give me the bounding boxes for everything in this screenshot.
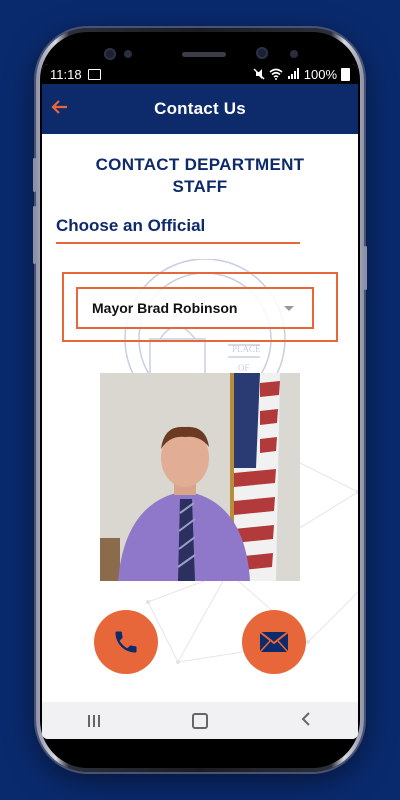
section-heading: CONTACT DEPARTMENT STAFF (42, 154, 358, 198)
volume-up-button (33, 158, 36, 192)
system-back-button[interactable] (300, 711, 312, 731)
earpiece-speaker (182, 52, 226, 57)
call-button[interactable] (94, 610, 158, 674)
recents-button[interactable] (88, 714, 100, 727)
system-nav-bar (42, 702, 358, 739)
back-button[interactable] (50, 97, 74, 121)
heading-line-2: STAFF (172, 177, 228, 196)
official-photo (100, 373, 300, 581)
signal-icon (287, 68, 299, 79)
page-title: Contact Us (154, 99, 246, 118)
svg-text:PLACE: PLACE (232, 344, 261, 354)
power-button (364, 246, 367, 290)
envelope-icon (259, 631, 289, 653)
svg-text:OF: OF (238, 363, 250, 373)
official-select-value: Mayor Brad Robinson (92, 300, 238, 316)
front-camera-icon (104, 48, 116, 60)
phone-icon (115, 631, 137, 653)
volume-down-button (33, 206, 36, 264)
status-bar: 11:18 100% (42, 64, 358, 84)
heading-line-1: CONTACT DEPARTMENT (95, 155, 305, 174)
battery-icon (341, 67, 350, 81)
battery-percent: 100% (303, 66, 337, 82)
app-header: Contact Us (42, 84, 358, 134)
official-select[interactable]: Mayor Brad Robinson (76, 287, 314, 329)
recents-bar (98, 714, 100, 727)
app-screen: 11:18 100% Contact Us CONTACT DEPARTMENT… (42, 64, 358, 739)
email-button[interactable] (242, 610, 306, 674)
main-content: CONTACT DEPARTMENT STAFF Choose an Offic… (42, 134, 358, 702)
front-camera-icon (256, 47, 268, 59)
sensor-icon (290, 50, 298, 58)
official-photo-image (100, 373, 300, 581)
chevron-down-icon (284, 306, 294, 311)
arrow-left-icon (51, 100, 67, 114)
home-button[interactable] (192, 712, 208, 729)
choose-official-label: Choose an Official (56, 216, 300, 244)
chevron-left-icon (301, 711, 310, 726)
status-time: 11:18 (50, 66, 82, 82)
phone-top-sensors (40, 32, 360, 68)
image-notification-icon (87, 68, 101, 80)
recents-bar (93, 714, 95, 727)
mute-icon (253, 68, 265, 80)
recents-bar (88, 714, 90, 727)
wifi-icon (269, 68, 283, 80)
sensor-icon (124, 50, 132, 58)
